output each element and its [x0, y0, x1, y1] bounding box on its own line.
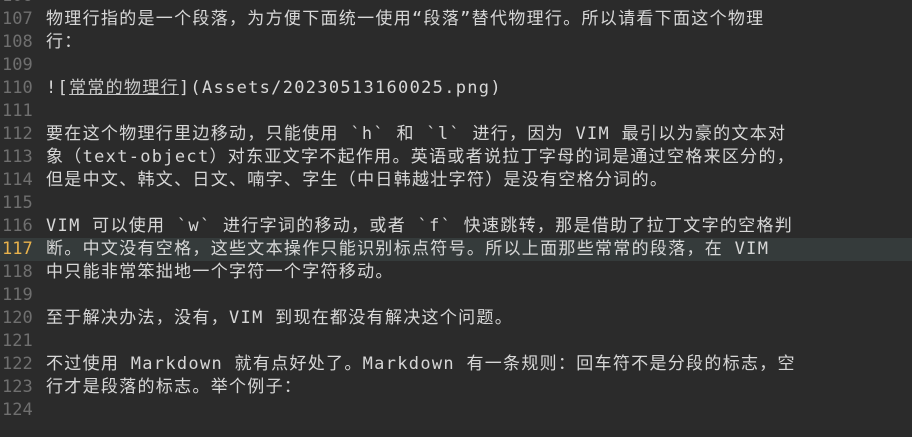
link-target: ](Assets/20230513160025.png) [178, 78, 502, 98]
line-number: 109 [2, 55, 33, 75]
line-number: 117 [2, 239, 33, 259]
editor-line[interactable]: 115 [0, 192, 912, 215]
editor-line[interactable]: 123 行才是段落的标志。举个例子： [0, 376, 912, 399]
editor-line[interactable]: 119 [0, 284, 912, 307]
editor-line[interactable]: 120 至于解决办法，没有，VIM 到现在都没有解决这个问题。 [0, 307, 912, 330]
line-number: 124 [2, 400, 33, 420]
current-line[interactable]: 117 断。中文没有空格，这些文本操作只能识别标点符号。所以上面那些常常的段落，在… [0, 238, 912, 261]
link-prefix: ![ [46, 78, 70, 98]
line-text: 但是中文、韩文、日文、喃字、字生（中日韩越壮字符）是没有空格分词的。 [46, 170, 669, 190]
editor-line[interactable]: 113 象（text-object）对东亚文字不起作用。英语或者说拉丁字母的词是通… [0, 146, 912, 169]
line-number: 123 [2, 377, 33, 397]
editor-line[interactable]: 107 物理行指的是一个段落，为方便下面统一使用“段落”替代物理行。所以请看下面这… [0, 8, 912, 31]
line-number: 116 [2, 216, 33, 236]
line-text: 不过使用 Markdown 就有点好处了。Markdown 有一条规则：回车符不… [46, 354, 796, 374]
line-text: 象（text-object）对东亚文字不起作用。英语或者说拉丁字母的词是通过空格… [46, 147, 796, 167]
line-number: 113 [2, 147, 33, 167]
line-number: 110 [2, 78, 33, 98]
line-text: 行： [46, 32, 83, 52]
editor-line[interactable]: 108 行： [0, 31, 912, 54]
editor-line[interactable]: 110 ![常常的物理行](Assets/20230513160025.png) [0, 77, 912, 100]
line-number: 115 [2, 193, 33, 213]
line-number: 107 [2, 9, 33, 29]
editor-line[interactable]: 112 要在这个物理行里边移动，只能使用 `h` 和 `l` 进行，因为 VIM … [0, 123, 912, 146]
editor-line[interactable]: 109 [0, 54, 912, 77]
editor-line[interactable]: 122 不过使用 Markdown 就有点好处了。Markdown 有一条规则：回… [0, 353, 912, 376]
line-text: 物理行指的是一个段落，为方便下面统一使用“段落”替代物理行。所以请看下面这个物理 [46, 9, 765, 29]
line-number: 121 [2, 331, 33, 351]
link-label[interactable]: 常常的物理行 [69, 78, 179, 98]
line-number: 112 [2, 124, 33, 144]
line-number: 114 [2, 170, 33, 190]
image-link-text: ![常常的物理行](Assets/20230513160025.png) [46, 77, 912, 100]
line-text: 断。中文没有空格，这些文本操作只能识别标点符号。所以上面那些常常的段落，在 VI… [46, 239, 770, 259]
editor-line[interactable]: 114 但是中文、韩文、日文、喃字、字生（中日韩越壮字符）是没有空格分词的。 [0, 169, 912, 192]
editor-line[interactable]: 106 [0, 0, 912, 8]
line-number: 120 [2, 308, 33, 328]
line-text: 行才是段落的标志。举个例子： [46, 377, 303, 397]
line-text: 至于解决办法，没有，VIM 到现在都没有解决这个问题。 [46, 308, 514, 328]
line-number: 122 [2, 354, 33, 374]
editor-line[interactable]: 124 [0, 399, 912, 422]
line-text: 中只能非常笨拙地一个字符一个字符移动。 [46, 262, 394, 282]
editor-line[interactable]: 111 [0, 100, 912, 123]
line-number: 108 [2, 32, 33, 52]
editor-line[interactable]: 118 中只能非常笨拙地一个字符一个字符移动。 [0, 261, 912, 284]
line-number: 118 [2, 262, 33, 282]
editor-pane[interactable]: 106107 物理行指的是一个段落，为方便下面统一使用“段落”替代物理行。所以请看… [0, 0, 912, 437]
line-number: 119 [2, 285, 33, 305]
editor-line[interactable]: 121 [0, 330, 912, 353]
line-text: 要在这个物理行里边移动，只能使用 `h` 和 `l` 进行，因为 VIM 最引以… [46, 124, 787, 144]
line-number: 106 [0, 0, 40, 8]
line-text: VIM 可以使用 `w` 进行字词的移动，或者 `f` 快速跳转，那是借助了拉丁… [46, 216, 794, 236]
editor-line[interactable]: 116 VIM 可以使用 `w` 进行字词的移动，或者 `f` 快速跳转，那是借助… [0, 215, 912, 238]
line-number: 111 [2, 101, 33, 121]
